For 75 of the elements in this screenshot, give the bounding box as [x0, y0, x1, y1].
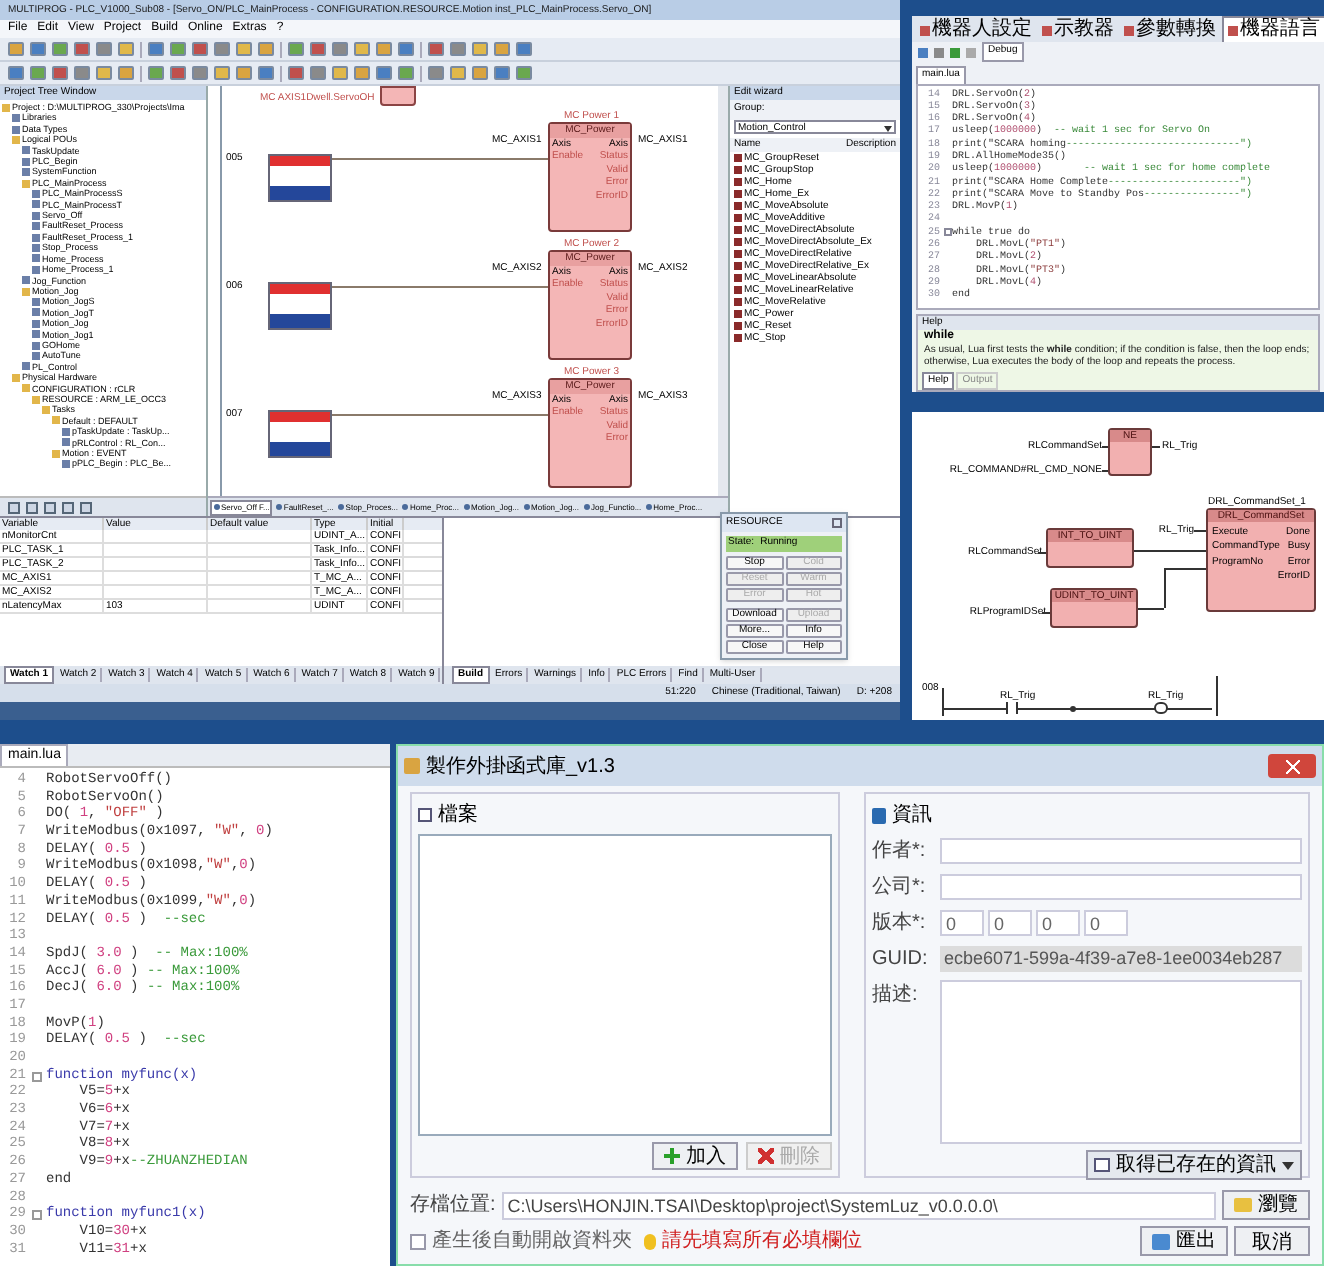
- author-field[interactable]: [940, 838, 1302, 864]
- tab-icon: [463, 504, 469, 510]
- tab-label: 機器人設定: [932, 18, 1032, 42]
- export-icon: [1152, 1233, 1170, 1249]
- group-title: 資訊: [892, 801, 932, 830]
- path-field[interactable]: C:\Users\HONJIN.TSAI\Desktop\project\SystemLuz_v0.0.0.0\: [501, 1191, 1216, 1219]
- fold-icon[interactable]: [32, 1071, 42, 1082]
- tab-icon: [583, 504, 590, 510]
- window-icon: [1094, 1158, 1110, 1172]
- window-title: 製作外掛函式庫_v1.3: [426, 753, 617, 781]
- export-button[interactable]: 匯出: [1140, 1226, 1228, 1256]
- warning-text: 請先填寫所有必填欄位: [662, 1227, 862, 1256]
- field-label: GUID:: [872, 946, 930, 974]
- browse-button[interactable]: 瀏覽: [1222, 1190, 1310, 1220]
- version-field[interactable]: 0: [1036, 910, 1080, 936]
- tab-label: 機器語言: [1240, 18, 1320, 42]
- app-icon: [404, 758, 420, 774]
- fold-icon[interactable]: [943, 227, 951, 236]
- tab-label: 示教器: [1054, 18, 1114, 42]
- version-field[interactable]: 0: [1084, 910, 1128, 936]
- group-title: 檔案: [438, 801, 478, 830]
- description-field[interactable]: [940, 980, 1302, 1144]
- add-button[interactable]: 加入: [652, 1142, 738, 1170]
- folder-icon: [52, 449, 60, 458]
- version-field[interactable]: 0: [988, 910, 1032, 936]
- folder-icon: [1234, 1198, 1252, 1212]
- field-label: 版本*:: [872, 909, 928, 938]
- tab-icon: [275, 504, 282, 510]
- folder-icon: [2, 103, 10, 112]
- scrollbar[interactable]: [718, 86, 728, 496]
- app-tab[interactable]: 機器人設定: [916, 18, 1036, 42]
- tab-icon: [1124, 25, 1134, 35]
- folder-icon: [22, 179, 30, 188]
- field-label: 存檔位置:: [410, 1191, 496, 1220]
- close-icon[interactable]: [832, 518, 842, 528]
- version-field[interactable]: 0: [940, 910, 984, 936]
- app-tab[interactable]: 參數轉換: [1120, 18, 1220, 42]
- app-tab[interactable]: 示教器: [1038, 18, 1118, 42]
- tab-icon: [523, 504, 530, 510]
- close-button[interactable]: [1268, 754, 1316, 778]
- contact-block: [268, 410, 332, 458]
- app-tab[interactable]: 機器語言: [1222, 16, 1324, 42]
- cancel-button[interactable]: 取消: [1234, 1226, 1310, 1256]
- guid-field: ecbe6071-599a-4f39-a7e8-1ee0034eb287: [940, 946, 1302, 972]
- folder-icon: [12, 135, 20, 144]
- fetch-button[interactable]: 取得已存在的資訊: [1086, 1150, 1302, 1180]
- tab-icon: [920, 25, 930, 35]
- x-icon: [758, 1148, 774, 1164]
- tab-label: 參數轉換: [1136, 18, 1216, 42]
- tab-icon: [402, 504, 409, 510]
- dropdown-arrow-icon: [884, 125, 892, 131]
- fold-icon[interactable]: [32, 1210, 42, 1221]
- function-block: [380, 86, 416, 106]
- close-icon: [1285, 759, 1299, 773]
- field-label: 作者*:: [872, 837, 928, 866]
- folder-icon: [22, 287, 30, 296]
- document-icon: [418, 808, 432, 822]
- dropdown-arrow-icon: [1282, 1161, 1294, 1169]
- file-list[interactable]: [418, 834, 832, 1136]
- tab-icon: [1042, 25, 1052, 35]
- tab-icon: [213, 504, 219, 510]
- tab-icon: [1228, 25, 1238, 35]
- company-field[interactable]: [940, 874, 1302, 900]
- field-label: 描述:: [872, 981, 920, 1010]
- tab-icon: [645, 504, 652, 510]
- contact-block: [268, 282, 332, 330]
- field-label: 公司*:: [872, 874, 928, 902]
- checkbox[interactable]: [410, 1233, 426, 1249]
- contact-block: [268, 154, 332, 202]
- tab-icon: [337, 504, 344, 510]
- plus-icon: [664, 1148, 680, 1164]
- checkbox-label: 產生後自動開啟資料夾: [432, 1227, 632, 1256]
- bulb-icon: [644, 1233, 656, 1249]
- file-icon: [62, 460, 70, 469]
- info-icon: [872, 807, 886, 823]
